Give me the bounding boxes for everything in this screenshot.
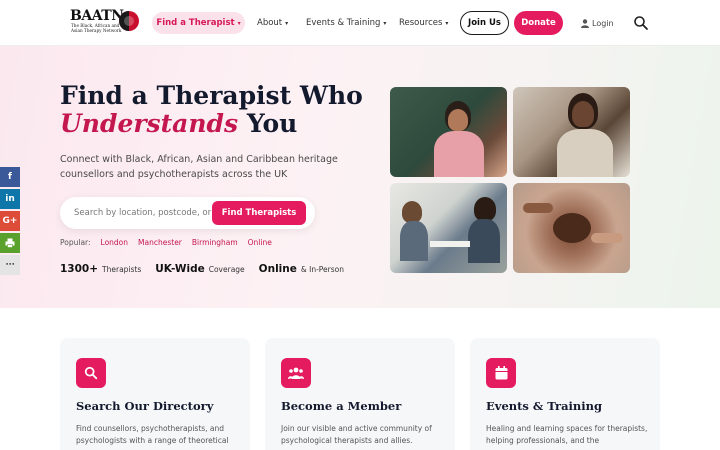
facebook-share-icon[interactable]: f: [0, 167, 20, 187]
google-plus-share-icon[interactable]: G+: [0, 211, 20, 231]
hero-title-line1: Find a Therapist Who: [60, 81, 363, 110]
nav-events-label: Events & Training: [306, 18, 381, 28]
login-link[interactable]: Login: [581, 15, 614, 31]
stat-therapists: 1300+ Therapists: [60, 263, 141, 275]
more-share-icon[interactable]: ⋯: [0, 255, 20, 275]
card-description: Find counsellors, psychotherapists, and …: [76, 424, 229, 445]
stat-label: Therapists: [102, 265, 142, 274]
card-become-member[interactable]: Become a Member Join our visible and act…: [265, 338, 455, 450]
hero-stats: 1300+ Therapists UK-Wide Coverage Online…: [60, 263, 358, 275]
hero-title-end: You: [246, 109, 298, 138]
users-icon: [281, 358, 311, 388]
chevron-down-icon: ▾: [285, 19, 289, 27]
stat-value: Online: [258, 263, 297, 275]
hero-title-emphasis: Understands: [60, 109, 239, 138]
card-events-training[interactable]: Events & Training Healing and learning s…: [470, 338, 660, 450]
nav-resources[interactable]: Resources ▾: [399, 12, 448, 34]
card-title: Search Our Directory: [76, 399, 214, 413]
hero-photo-therapy-session: [390, 183, 507, 273]
user-icon: [581, 18, 589, 28]
find-therapists-button[interactable]: Find Therapists: [212, 201, 306, 225]
card-description: Join our visible and active community of…: [281, 424, 432, 445]
baatn-logo[interactable]: BAATN The Black, African and Asian Thera…: [70, 9, 142, 35]
join-us-button[interactable]: Join Us: [460, 11, 509, 35]
linkedin-share-icon[interactable]: in: [0, 189, 20, 209]
hero-photo-hands-together: [513, 183, 630, 273]
popular-searches: Popular: London Manchester Birmingham On…: [60, 238, 272, 247]
popular-tag-london[interactable]: London: [101, 238, 129, 247]
logo-subtitle: The Black, African and Asian Therapy Net…: [71, 23, 122, 33]
nav-find-therapist-label: Find a Therapist: [156, 18, 235, 28]
nav-about-label: About: [257, 18, 283, 28]
search-icon: [76, 358, 106, 388]
nav-about[interactable]: About ▾: [257, 12, 288, 34]
card-search-directory[interactable]: Search Our Directory Find counsellors, p…: [60, 338, 250, 450]
popular-tag-online[interactable]: Online: [248, 238, 272, 247]
popular-tag-birmingham[interactable]: Birmingham: [192, 238, 238, 247]
popular-tag-manchester[interactable]: Manchester: [138, 238, 182, 247]
location-search-input[interactable]: [74, 205, 214, 221]
calendar-icon: [486, 358, 516, 388]
search-icon[interactable]: [633, 15, 649, 31]
chevron-down-icon: ▾: [445, 19, 449, 27]
nav-find-therapist[interactable]: Find a Therapist ▾: [152, 12, 245, 34]
chevron-down-icon: ▾: [383, 19, 387, 27]
stat-label: Coverage: [208, 265, 245, 274]
nav-resources-label: Resources: [399, 18, 443, 28]
chevron-down-icon: ▾: [237, 19, 241, 27]
login-label: Login: [592, 18, 614, 28]
stat-value: 1300+: [60, 263, 99, 275]
card-title: Events & Training: [486, 399, 603, 413]
hero-description: Connect with Black, African, Asian and C…: [60, 154, 338, 180]
nav-events[interactable]: Events & Training ▾: [306, 12, 386, 34]
stat-coverage: UK-Wide Coverage: [155, 263, 244, 275]
stat-value: UK-Wide: [155, 263, 205, 275]
hero-photo-man-smiling: [513, 87, 630, 177]
logo-text: BAATN: [70, 8, 124, 24]
donate-button[interactable]: Donate: [514, 11, 563, 35]
print-icon[interactable]: [0, 233, 20, 253]
card-description: Healing and learning spaces for therapis…: [486, 424, 648, 445]
hero-title: Find a Therapist Who Understands You: [60, 82, 380, 138]
card-title: Become a Member: [281, 399, 402, 413]
hero-photo-woman-cafe: [390, 87, 507, 177]
stat-online: Online & In-Person: [259, 263, 344, 275]
stat-label: & In-Person: [300, 265, 344, 274]
popular-label: Popular:: [60, 238, 91, 247]
logo-emblem-icon: [119, 11, 139, 31]
site-header: BAATN The Black, African and Asian Thera…: [0, 0, 720, 46]
